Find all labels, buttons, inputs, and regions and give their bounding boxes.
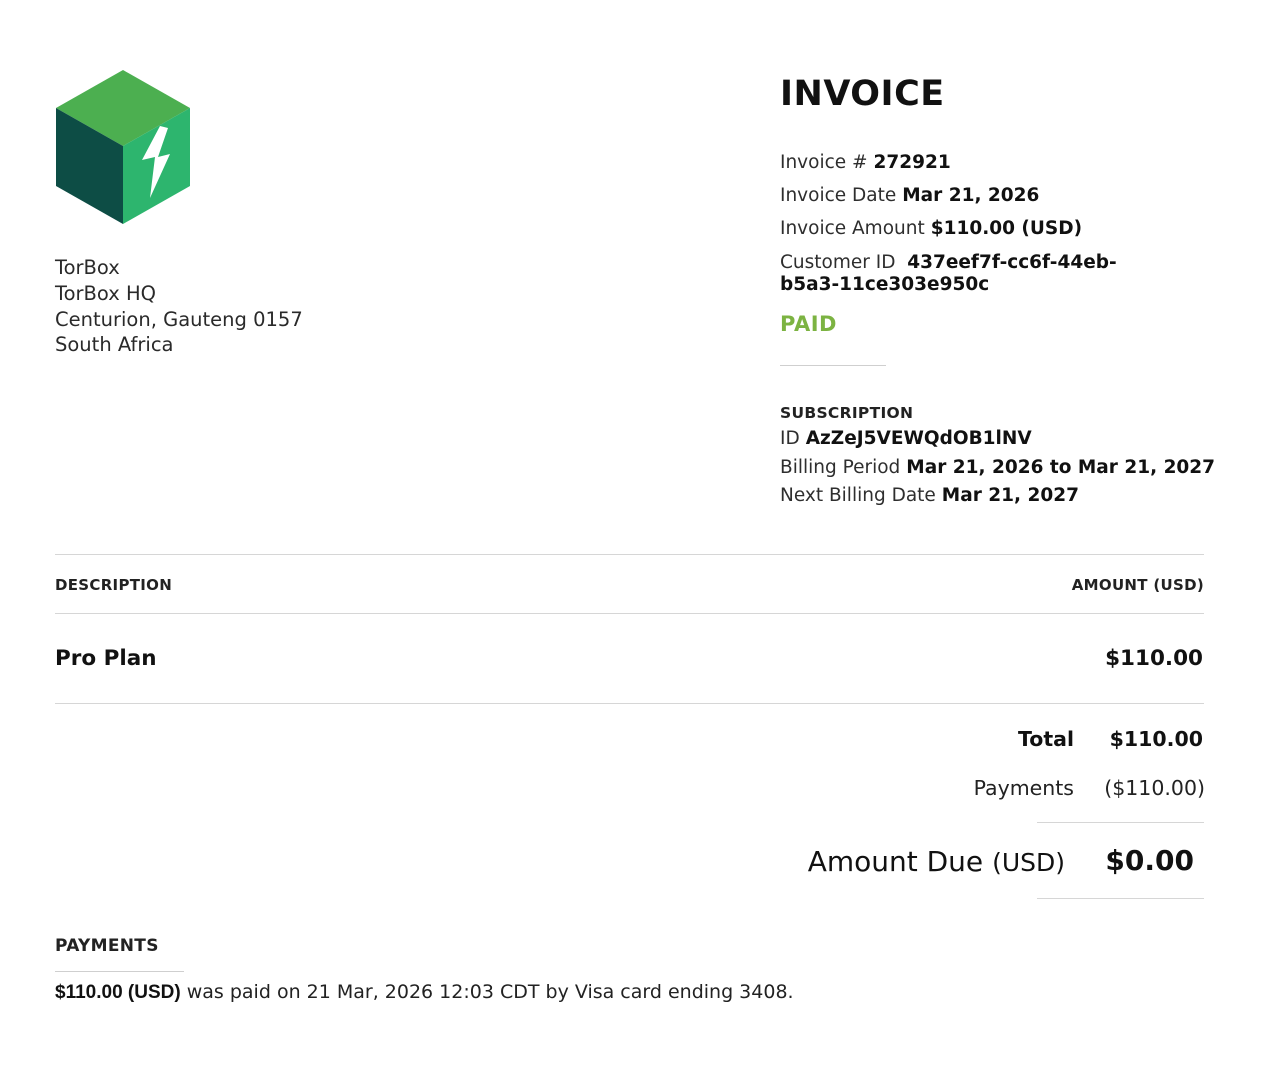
invoice-amount: $110.00 (USD) bbox=[930, 218, 1083, 239]
next-billing-row: Next Billing Date Mar 21, 2027 bbox=[780, 485, 1079, 507]
billing-period-row: Billing Period Mar 21, 2026 to Mar 21, 20… bbox=[780, 457, 1215, 479]
payments-divider bbox=[55, 971, 184, 972]
subscription-id-label: ID bbox=[780, 428, 800, 449]
customer-id-row: Customer ID 437eef7f-cc6f-44eb-b5a3-11ce… bbox=[780, 252, 1160, 296]
payment-record: $110.00 (USD) was paid on 21 Mar, 2026 1… bbox=[55, 981, 794, 1004]
next-billing-label: Next Billing Date bbox=[780, 485, 936, 506]
billing-period: Mar 21, 2026 to Mar 21, 2027 bbox=[906, 457, 1216, 478]
invoice-date: Mar 21, 2026 bbox=[902, 185, 1040, 206]
amount-due-text: Amount Due bbox=[807, 845, 984, 878]
amount-header: AMOUNT (USD) bbox=[1071, 576, 1204, 594]
divider bbox=[780, 365, 886, 366]
payments-heading: PAYMENTS bbox=[55, 936, 159, 956]
item-amount: $110.00 bbox=[1105, 646, 1203, 671]
invoice-date-label: Invoice Date bbox=[780, 185, 897, 206]
invoice-number-label: Invoice # bbox=[780, 152, 868, 173]
invoice-date-row: Invoice Date Mar 21, 2026 bbox=[780, 185, 1039, 207]
payments-value: ($110.00) bbox=[1104, 776, 1205, 800]
company-address-line2: Centurion, Gauteng 0157 bbox=[55, 307, 303, 331]
invoice-amount-label: Invoice Amount bbox=[780, 218, 925, 239]
customer-id-label: Customer ID bbox=[780, 252, 896, 273]
amount-due-label: Amount Due (USD) bbox=[760, 845, 1065, 878]
invoice-number-row: Invoice #272921 bbox=[780, 152, 951, 174]
subscription-heading: SUBSCRIPTION bbox=[780, 404, 914, 422]
payment-amount: $110.00 (USD) bbox=[55, 982, 181, 1003]
payment-text: was paid on 21 Mar, 2026 12:03 CDT by Vi… bbox=[186, 981, 794, 1003]
total-label: Total bbox=[1017, 727, 1074, 751]
company-name: TorBox bbox=[55, 256, 120, 279]
invoice-amount-row: Invoice Amount $110.00 (USD) bbox=[780, 218, 1082, 240]
table-bottom-rule bbox=[55, 703, 1204, 704]
company-country: South Africa bbox=[55, 333, 174, 357]
item-description: Pro Plan bbox=[55, 646, 157, 671]
invoice-number: 272921 bbox=[873, 152, 951, 173]
company-address: TorBox TorBox HQ Centurion, Gauteng 0157… bbox=[55, 255, 303, 358]
billing-period-label: Billing Period bbox=[780, 457, 901, 478]
description-header: DESCRIPTION bbox=[55, 576, 173, 594]
table-header-rule bbox=[55, 613, 1204, 614]
next-billing-date: Mar 21, 2027 bbox=[941, 485, 1079, 506]
total-value: $110.00 bbox=[1109, 727, 1203, 751]
table-top-rule bbox=[55, 554, 1204, 555]
subscription-id-row: ID AzZeJ5VEWQdOB1lNV bbox=[780, 428, 1032, 450]
subscription-id: AzZeJ5VEWQdOB1lNV bbox=[805, 428, 1032, 449]
torbox-logo bbox=[56, 70, 190, 224]
amount-due-currency: (USD) bbox=[992, 848, 1065, 877]
amount-due-bottom-rule bbox=[1037, 898, 1204, 899]
company-address-line1: TorBox HQ bbox=[55, 281, 157, 305]
amount-due-top-rule bbox=[1037, 822, 1204, 823]
payments-label: Payments bbox=[973, 776, 1074, 800]
amount-due-value: $0.00 bbox=[1105, 844, 1194, 877]
status-badge: PAID bbox=[780, 312, 837, 336]
invoice-title: INVOICE bbox=[780, 74, 945, 114]
